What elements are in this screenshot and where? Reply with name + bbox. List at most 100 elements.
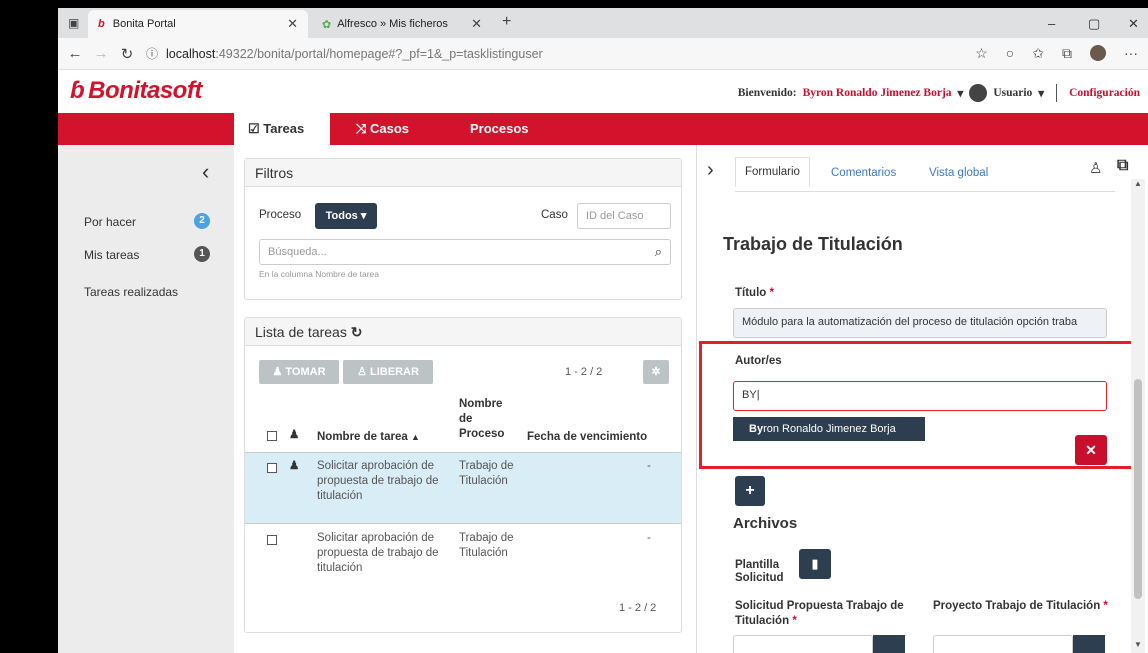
user-name-link[interactable]: Byron Ronaldo Jimenez Borja (803, 87, 952, 99)
search-icon[interactable]: ⌕ (655, 244, 662, 260)
column-header-name[interactable]: Nombre de tarea ▲ (317, 430, 420, 445)
release-button[interactable]: ♙ LIBERAR (343, 360, 433, 384)
count-badge: 1 (194, 246, 210, 262)
task-list-area: Filtros Proceso Todos ▾ Caso ID del Caso… (234, 145, 696, 653)
pager-top: 1 - 2 / 2 (565, 366, 603, 378)
chevron-down-icon[interactable]: ▾ (1038, 86, 1044, 100)
autocomplete-suggestion[interactable]: Byron Ronaldo Jimenez Borja (733, 417, 925, 441)
new-tab-button[interactable]: + (502, 13, 511, 31)
search-input[interactable]: Búsqueda... ⌕ (259, 239, 671, 265)
download-template-button[interactable]: ▮ (799, 549, 831, 579)
search-hint: En la columna Nombre de tarea (259, 269, 380, 279)
profile-avatar[interactable] (1090, 45, 1106, 61)
proceso-dropdown[interactable]: Todos ▾ (315, 203, 377, 229)
close-tab-icon[interactable]: ✕ (471, 16, 482, 32)
proyecto-label-text: Proyecto Trabajo de Titulación (933, 600, 1101, 612)
open-external-icon[interactable]: ⧉ (1117, 157, 1128, 175)
tab-alfresco[interactable]: ✿ Alfresco » Mis ficheros ✕ (312, 10, 492, 38)
filters-title: Filtros (245, 159, 681, 187)
assign-user-icon[interactable]: ♙ (1089, 159, 1102, 177)
required-asterisk: * (792, 615, 797, 627)
scroll-down-icon[interactable]: ▼ (1134, 640, 1142, 649)
proyecto-file-input[interactable] (933, 635, 1073, 653)
nav-tab-label: Tareas (263, 121, 305, 136)
collapse-chevron-icon[interactable]: ‹ (202, 159, 209, 185)
take-button[interactable]: ♟ TOMAR (259, 360, 339, 384)
extension-icon[interactable]: ○ (1006, 45, 1014, 62)
restore-button[interactable]: ▢ (1088, 16, 1100, 32)
tab-actions-icon[interactable]: ▣ (68, 16, 79, 30)
titulo-label: Título * (735, 287, 774, 299)
nav-tab-casos[interactable]: ⤨ Casos (342, 113, 423, 145)
expand-chevron-icon[interactable]: › (707, 159, 714, 182)
chevron-down-icon[interactable]: ▾ (958, 86, 964, 100)
url-path: :49322/bonita/portal/homepage#?_pf=1&_p=… (215, 46, 543, 61)
assigned-user-icon: ♟ (289, 460, 300, 472)
column-header-due[interactable]: Fecha de vencimiento (527, 430, 647, 445)
filters-panel: Filtros Proceso Todos ▾ Caso ID del Caso… (244, 158, 682, 300)
due-date: - (647, 532, 651, 544)
main-nav: ☑ Tareas ⤨ Casos Procesos (58, 113, 1148, 145)
tab-comentarios[interactable]: Comentarios (831, 167, 896, 179)
more-icon[interactable]: ··· (1124, 45, 1138, 62)
sidebar-item-mis-tareas[interactable]: Mis tareas (84, 248, 139, 262)
tab-formulario[interactable]: Formulario (735, 157, 810, 187)
reload-icon[interactable]: ↻ (114, 45, 140, 63)
divider (1056, 84, 1058, 102)
form-scrollbar[interactable]: ▲ ▼ (1131, 179, 1145, 653)
task-name[interactable]: Solicitar aprobación de propuesta de tra… (317, 459, 443, 504)
tab-vista-global[interactable]: Vista global (929, 167, 988, 179)
scroll-up-icon[interactable]: ▲ (1134, 179, 1142, 188)
nav-tab-procesos[interactable]: Procesos (456, 113, 543, 145)
favorites-icon[interactable]: ✩ (1032, 45, 1044, 62)
settings-button[interactable]: ✲ (643, 360, 669, 384)
select-all-checkbox[interactable] (267, 431, 277, 441)
forward-icon[interactable]: → (88, 45, 114, 62)
add-author-button[interactable]: + (735, 476, 765, 506)
titulo-input[interactable]: Módulo para la automatización del proces… (733, 308, 1107, 338)
app-header: ɓ Bonitasoft Bienvenido: Byron Ronaldo Ji… (58, 71, 1148, 113)
solicitud-file-input[interactable] (733, 635, 873, 653)
profile-dropdown[interactable]: Usuario (993, 87, 1032, 99)
required-asterisk: * (769, 287, 774, 299)
url-field[interactable]: localhost:49322/bonita/portal/homepage#?… (166, 47, 543, 61)
table-row[interactable]: Solicitar aprobación de propuesta de tra… (245, 525, 681, 597)
collections-icon[interactable]: ⧉ (1062, 45, 1072, 62)
tab-bonita-portal[interactable]: b Bonita Portal ✕ (88, 10, 308, 38)
sidebar-item-por-hacer[interactable]: Por hacer (84, 215, 136, 229)
nav-tab-label: Procesos (470, 121, 529, 136)
table-row[interactable]: ♟ Solicitar aprobación de propuesta de t… (245, 452, 681, 524)
column-header-label: Nombre de tarea (317, 431, 408, 443)
task-name[interactable]: Solicitar aprobación de propuesta de tra… (317, 531, 443, 576)
logo-text: Bonitasoft (88, 77, 202, 104)
scroll-thumb[interactable] (1134, 379, 1142, 599)
proyecto-browse-button[interactable] (1073, 635, 1105, 653)
task-form-panel: › Formulario Comentarios Vista global ♙ … (696, 145, 1148, 653)
case-id-input[interactable]: ID del Caso (577, 203, 671, 229)
proceso-label: Proceso (259, 209, 302, 221)
minimize-button[interactable]: – (1048, 16, 1055, 31)
solicitud-browse-button[interactable] (873, 635, 905, 653)
close-window-button[interactable]: ✕ (1128, 16, 1139, 32)
release-label: LIBERAR (370, 366, 419, 378)
caso-label: Caso (541, 209, 568, 221)
sidebar-item-tareas-realizadas[interactable]: Tareas realizadas (84, 285, 178, 299)
back-icon[interactable]: ← (62, 45, 88, 62)
info-icon[interactable]: ⓘ (146, 45, 158, 62)
autores-input[interactable]: BY| (733, 381, 1107, 411)
nav-tab-tareas[interactable]: ☑ Tareas (234, 113, 330, 145)
process-name: Trabajo de Titulación (459, 460, 514, 487)
close-tab-icon[interactable]: ✕ (287, 16, 298, 32)
solicitud-label-text: Solicitud Propuesta Trabajo de Titulació… (735, 600, 904, 627)
proyecto-label: Proyecto Trabajo de Titulación * (933, 599, 1113, 614)
outer-margin-top (0, 0, 1148, 8)
row-checkbox[interactable] (267, 535, 277, 545)
remove-author-button[interactable]: ✕ (1075, 435, 1107, 465)
column-header-process[interactable]: Nombre de Proceso (459, 397, 505, 442)
bonitasoft-logo[interactable]: ɓ Bonitasoft (70, 77, 202, 105)
config-link[interactable]: Configuración (1069, 87, 1140, 99)
read-aloud-icon[interactable]: ☆ (975, 45, 988, 62)
row-checkbox[interactable] (267, 463, 277, 473)
shuffle-icon: ⤨ (356, 121, 371, 136)
refresh-icon[interactable]: ↻ (351, 324, 363, 340)
